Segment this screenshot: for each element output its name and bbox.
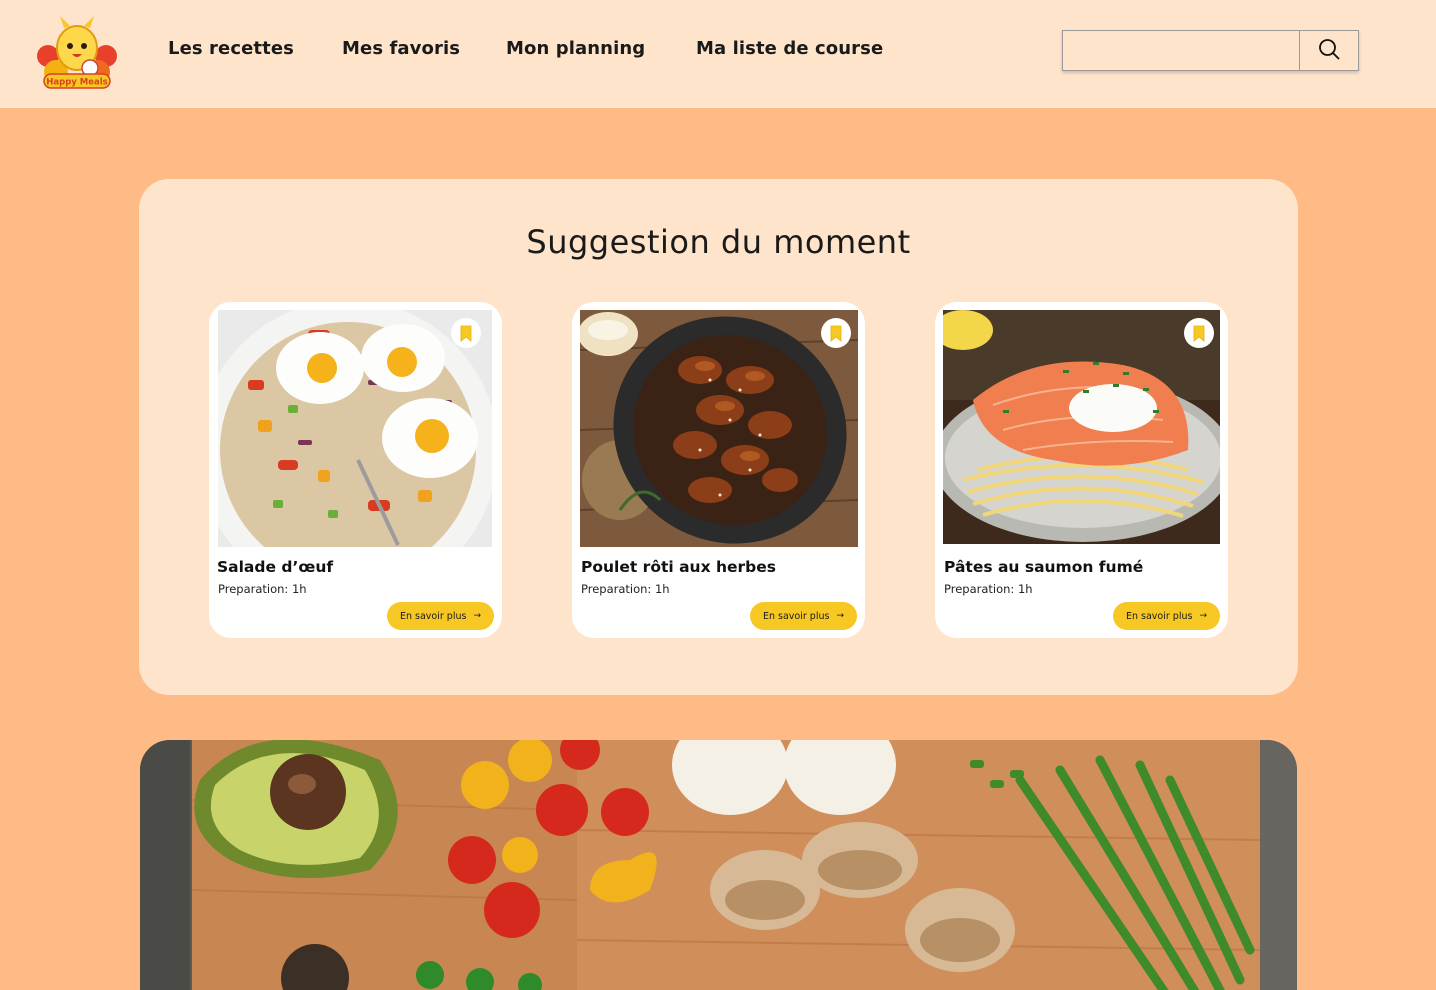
nav-ma-liste-de-course[interactable]: Ma liste de course (696, 38, 883, 59)
search-bar (1062, 30, 1359, 71)
recipe-title: Pâtes au saumon fumé (944, 558, 1144, 576)
recipe-image-roast-chicken[interactable] (580, 310, 858, 547)
arrow-right-icon: → (1199, 611, 1207, 621)
recipe-card[interactable]: Pâtes au saumon fumé Preparation: 1h En … (935, 302, 1228, 638)
learn-more-label: En savoir plus (1125, 610, 1193, 622)
learn-more-label: En savoir plus (762, 610, 830, 622)
bookmark-icon (1193, 325, 1205, 342)
recipe-image-egg-salad[interactable] (218, 310, 492, 547)
arrow-right-icon: → (473, 611, 481, 621)
learn-more-button[interactable]: En savoir plus → (1112, 602, 1220, 630)
hero-image-vegetables (140, 740, 1297, 990)
recipe-title: Poulet rôti aux herbes (581, 558, 776, 576)
learn-more-button[interactable]: En savoir plus → (386, 602, 494, 630)
search-icon (1318, 38, 1340, 64)
bookmark-icon (830, 325, 842, 342)
happy-meals-logo[interactable]: Happy Meals (34, 16, 120, 90)
nav-mes-favoris[interactable]: Mes favoris (342, 38, 460, 59)
learn-more-button[interactable]: En savoir plus → (749, 602, 857, 630)
arrow-right-icon: → (836, 611, 844, 621)
recipe-card[interactable]: Salade d’œuf Preparation: 1h En savoir p… (209, 302, 502, 638)
nav-mon-planning[interactable]: Mon planning (506, 38, 645, 59)
bookmark-icon (460, 325, 472, 342)
recipe-prep-time: Preparation: 1h (218, 582, 307, 596)
bookmark-button[interactable] (451, 318, 481, 348)
bookmark-button[interactable] (1184, 318, 1214, 348)
logo-wordmark: Happy Meals (46, 78, 107, 88)
section-title: Suggestion du moment (526, 223, 911, 261)
recipe-title: Salade d’œuf (217, 558, 334, 576)
suggestion-panel: Suggestion du moment Salade d’œuf Prepar… (139, 179, 1298, 695)
search-input[interactable] (1063, 31, 1299, 70)
search-button[interactable] (1299, 31, 1358, 70)
recipe-prep-time: Preparation: 1h (581, 582, 670, 596)
bookmark-button[interactable] (821, 318, 851, 348)
recipe-image-salmon-pasta[interactable] (943, 310, 1220, 544)
recipe-card[interactable]: Poulet rôti aux herbes Preparation: 1h E… (572, 302, 865, 638)
top-header: Happy Meals Les recettes Mes favoris Mon… (0, 0, 1436, 108)
recipe-prep-time: Preparation: 1h (944, 582, 1033, 596)
nav-les-recettes[interactable]: Les recettes (168, 38, 294, 59)
learn-more-label: En savoir plus (399, 610, 467, 622)
